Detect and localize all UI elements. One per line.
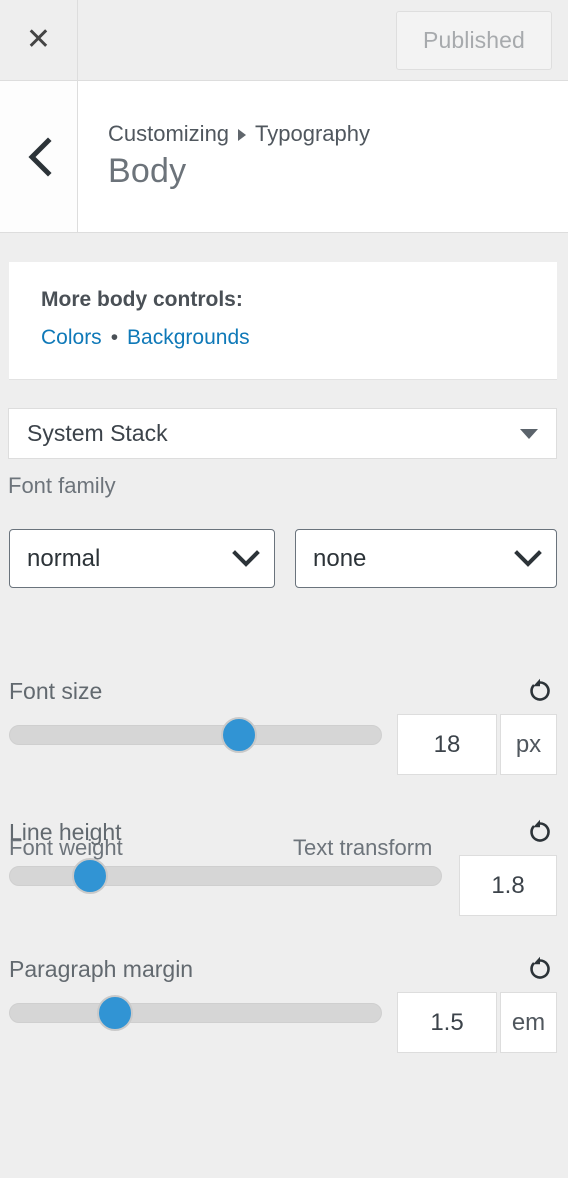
line-height-label: Line height <box>9 819 122 845</box>
paragraph-margin-slider-track[interactable] <box>9 1003 382 1023</box>
paragraph-margin-label: Paragraph margin <box>9 956 194 982</box>
font-weight-value: normal <box>27 544 101 572</box>
close-customizer-button[interactable]: ✕ <box>0 0 78 80</box>
font-family-label: Font family <box>8 473 116 498</box>
text-transform-select[interactable]: none <box>295 529 557 588</box>
chevron-left-icon <box>26 136 52 177</box>
font-size-input[interactable]: 18 <box>397 714 497 775</box>
link-colors[interactable]: Colors <box>41 326 102 350</box>
chevron-down-icon <box>514 549 542 568</box>
link-backgrounds[interactable]: Backgrounds <box>127 326 250 350</box>
paragraph-margin-slider-handle[interactable] <box>97 995 133 1031</box>
font-size-reset-button[interactable] <box>522 673 558 709</box>
back-button[interactable] <box>0 81 78 232</box>
close-icon: ✕ <box>25 22 52 57</box>
line-height-input[interactable]: 1.8 <box>459 855 557 916</box>
customizer-content: More body controls: Colors • Backgrounds… <box>0 233 568 1178</box>
publish-button[interactable]: Published <box>396 11 552 70</box>
section-header: Customizing Typography Body <box>0 81 568 233</box>
font-weight-select[interactable]: normal <box>9 529 275 588</box>
font-family-value: System Stack <box>27 420 168 446</box>
breadcrumb-separator-icon <box>238 128 247 141</box>
reset-icon <box>527 819 553 845</box>
customizer-topbar: ✕ Published <box>0 0 568 81</box>
page-title: Body <box>108 152 187 191</box>
breadcrumb-current: Typography <box>255 120 371 146</box>
font-size-unit: px <box>500 714 557 775</box>
link-separator: • <box>110 326 119 349</box>
section-header-text: Customizing Typography Body <box>108 81 370 232</box>
chevron-down-icon <box>232 549 260 568</box>
more-controls-links: Colors • Backgrounds <box>41 326 557 350</box>
reset-icon <box>527 956 553 982</box>
text-transform-label: Text transform <box>293 835 433 860</box>
line-height-slider-handle[interactable] <box>72 858 108 894</box>
paragraph-margin-reset-button[interactable] <box>522 951 558 987</box>
font-size-slider-handle[interactable] <box>221 717 257 753</box>
paragraph-margin-unit: em <box>500 992 557 1053</box>
more-controls-title: More body controls: <box>41 288 243 311</box>
font-family-select[interactable]: System Stack <box>8 408 557 459</box>
breadcrumb-root: Customizing <box>108 120 230 146</box>
breadcrumb: Customizing Typography <box>108 120 371 146</box>
line-height-reset-button[interactable] <box>522 814 558 850</box>
font-size-label: Font size <box>9 678 103 704</box>
font-size-slider-track[interactable] <box>9 725 382 745</box>
more-body-controls-card: More body controls: Colors • Backgrounds <box>9 262 557 380</box>
paragraph-margin-input[interactable]: 1.5 <box>397 992 497 1053</box>
text-transform-value: none <box>313 544 367 572</box>
triangle-down-icon <box>520 428 538 439</box>
reset-icon <box>527 678 553 704</box>
